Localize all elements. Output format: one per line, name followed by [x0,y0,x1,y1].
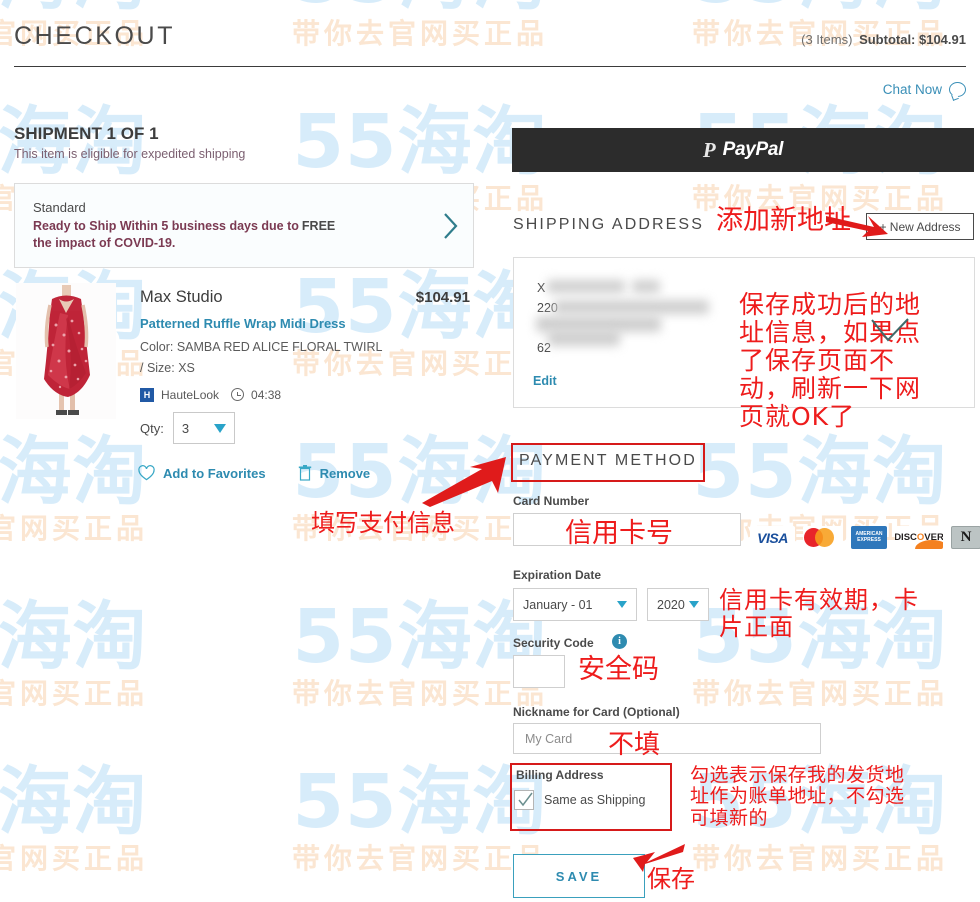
shipping-desc-line1: Ready to Ship Within 5 business days due… [33,218,299,233]
chevron-down-icon [617,601,627,608]
paypal-label: PayPal [722,139,784,160]
header-divider [14,66,966,67]
product-details: Max Studio $104.91 Patterned Ruffle Wrap… [140,288,470,402]
new-address-label: + New Address [879,219,961,234]
add-to-favorites-label: Add to Favorites [163,465,266,481]
product-thumbnail[interactable] [16,283,116,419]
quantity-value: 3 [181,420,190,436]
expiration-month-value: January - 01 [523,597,593,612]
shipment-title: SHIPMENT 1 OF 1 [14,124,159,143]
trash-icon [298,465,311,481]
product-timer: 04:38 [251,387,282,402]
chat-now-button[interactable]: Chat Now [883,82,966,97]
saved-address-card[interactable]: X 220 62 [513,257,975,408]
same-as-shipping-label: Same as Shipping [544,793,646,807]
same-as-shipping-checkbox[interactable] [514,790,534,810]
shipping-option-name: Standard [33,199,86,215]
quantity-label: Qty: [140,420,164,436]
product-brand-row: Max Studio $104.91 [140,288,470,307]
product-seller: HauteLook [161,387,220,402]
security-code-input[interactable] [513,655,565,688]
expiration-year-select[interactable]: 2020 [647,588,709,621]
shipment-subtitle: This item is eligible for expedited ship… [14,147,246,161]
add-to-favorites-button[interactable]: Add to Favorites [138,465,266,481]
product-size: / Size: XS [140,360,195,375]
expiration-year-value: 2020 [657,597,685,612]
mastercard-icon [803,526,843,549]
payment-method-heading: PAYMENT METHOD [519,452,697,469]
shipping-option-text: Standard Ready to Ship Within 5 business… [15,200,429,252]
product-actions: Add to Favorites Remove [138,465,370,481]
shipping-desc-line2: the impact of COVID-19. [33,235,176,250]
chevron-down-icon [213,423,226,433]
check-icon [518,792,533,807]
new-address-button[interactable]: + New Address [866,213,974,240]
subtotal-amount: Subtotal: $104.91 [859,32,966,47]
hautelook-badge-icon: H [140,387,154,402]
remove-button[interactable]: Remove [298,465,371,481]
expiration-date-label: Expiration Date [513,568,602,582]
visa-icon: VISA [750,526,795,549]
page-header: CHECKOUT (3 Items) Subtotal: $104.91 [14,22,966,51]
chevron-right-icon[interactable] [429,211,473,241]
item-count: (3 Items) [801,32,853,47]
billing-address-label: Billing Address [516,768,604,782]
amex-icon: AMERICAN EXPRESS [851,526,887,549]
nickname-label: Nickname for Card (Optional) [513,705,680,719]
redaction-block [548,330,620,346]
address-line-1: X [537,281,546,295]
edit-address-link[interactable]: Edit [533,374,557,388]
quantity-select[interactable]: 3 [172,412,235,444]
redaction-block [547,280,625,293]
save-button[interactable]: SAVE [513,854,645,898]
nordstrom-card-icon: N [951,526,980,549]
page-title: CHECKOUT [14,22,176,50]
product-name-link[interactable]: Patterned Ruffle Wrap Midi Dress [140,316,470,331]
accepted-cards: VISA AMERICAN EXPRESS DISCOVER N [750,526,980,549]
product-color: Color: SAMBA RED ALICE FLORAL TWIRL [140,340,383,354]
redaction-block [632,280,660,293]
clock-icon [231,388,245,401]
chat-now-label: Chat Now [882,82,942,97]
card-number-label: Card Number [513,494,590,508]
security-code-label: Security Code [513,636,594,650]
product-seller-row: H HauteLook 04:38 [140,387,470,402]
shipping-price: FREE [301,218,336,233]
chat-bubble-icon [949,82,966,97]
shipping-address-heading: SHIPPING ADDRESS [513,216,704,233]
heart-icon [138,465,155,481]
save-label: SAVE [555,868,603,884]
nickname-placeholder: My Card [525,732,573,746]
paypal-checkout-button[interactable]: P PayPal [512,128,974,172]
remove-label: Remove [319,465,371,481]
info-icon[interactable]: i [612,634,627,649]
chevron-down-icon [689,601,699,608]
card-number-input[interactable] [513,513,741,546]
shipping-option-card[interactable]: Standard Ready to Ship Within 5 business… [14,183,474,268]
product-brand: Max Studio [140,288,223,306]
expiration-month-select[interactable]: January - 01 [513,588,637,621]
shipping-option-description: Ready to Ship Within 5 business days due… [33,218,363,252]
paypal-logo-icon: P [702,137,716,162]
quantity-row: Qty: 3 [140,412,235,444]
redaction-block [554,300,709,314]
discover-icon: DISCOVER [895,526,943,549]
product-price: $104.91 [415,289,470,306]
order-summary: (3 Items) Subtotal: $104.91 [801,32,966,47]
